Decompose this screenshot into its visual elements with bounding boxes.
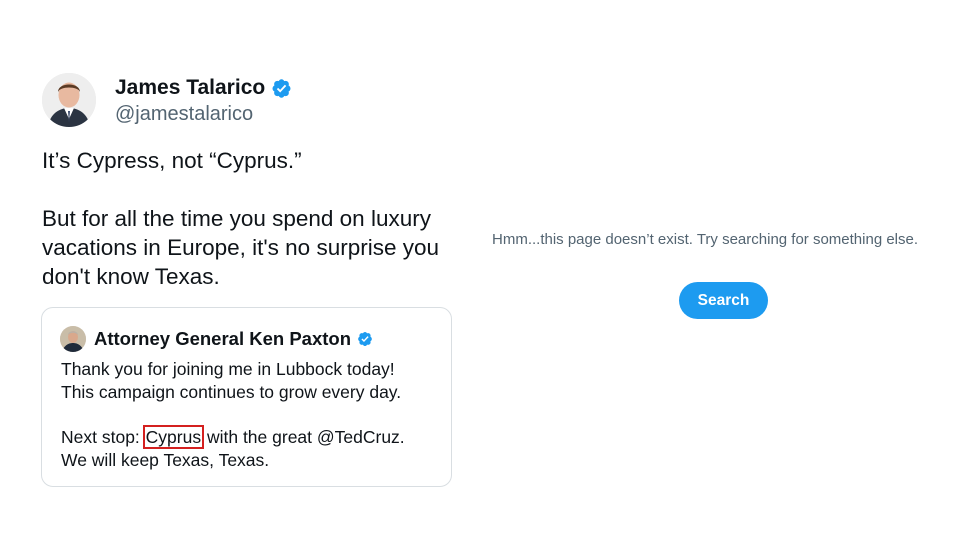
author-name-text: James Talarico bbox=[115, 76, 266, 99]
quoted-line-after: with the great @TedCruz. bbox=[202, 427, 405, 447]
quoted-line: Thank you for joining me in Lubbock toda… bbox=[61, 359, 395, 379]
quoted-line: We will keep Texas, Texas. bbox=[61, 450, 270, 470]
tweet-text: It’s Cypress, not “Cyprus.” But for all … bbox=[42, 146, 442, 291]
tweet-text-line: It’s Cypress, not “Cyprus.” bbox=[42, 148, 302, 173]
error-message: Hmm...this page doesn’t exist. Try searc… bbox=[492, 231, 919, 248]
search-button[interactable]: Search bbox=[679, 282, 768, 319]
quoted-tweet-card[interactable]: Attorney General Ken Paxton Thank you fo… bbox=[41, 307, 452, 487]
quoted-line-before: Next stop: bbox=[61, 427, 145, 447]
avatar[interactable] bbox=[42, 73, 96, 127]
quoted-line-with-highlight: Next stop: Cyprus with the great @TedCru… bbox=[61, 425, 441, 449]
quoted-avatar-photo-icon bbox=[60, 326, 86, 352]
author-name[interactable]: James Talarico bbox=[115, 76, 292, 100]
quoted-author-name: Attorney General Ken Paxton bbox=[94, 328, 373, 350]
tweet-text-paragraph: But for all the time you spend on luxury… bbox=[42, 206, 440, 289]
quoted-tweet-text: Thank you for joining me in Lubbock toda… bbox=[61, 358, 441, 472]
verified-badge-icon bbox=[358, 331, 372, 347]
author-handle[interactable]: @jamestalarico bbox=[115, 103, 253, 126]
avatar-photo-icon bbox=[42, 73, 96, 127]
quoted-avatar bbox=[60, 326, 86, 352]
quoted-author-name-text: Attorney General Ken Paxton bbox=[94, 328, 352, 349]
quoted-line: This campaign continues to grow every da… bbox=[61, 382, 402, 402]
cyprus-highlight-box: Cyprus bbox=[142, 425, 205, 449]
verified-badge-icon bbox=[272, 78, 291, 98]
